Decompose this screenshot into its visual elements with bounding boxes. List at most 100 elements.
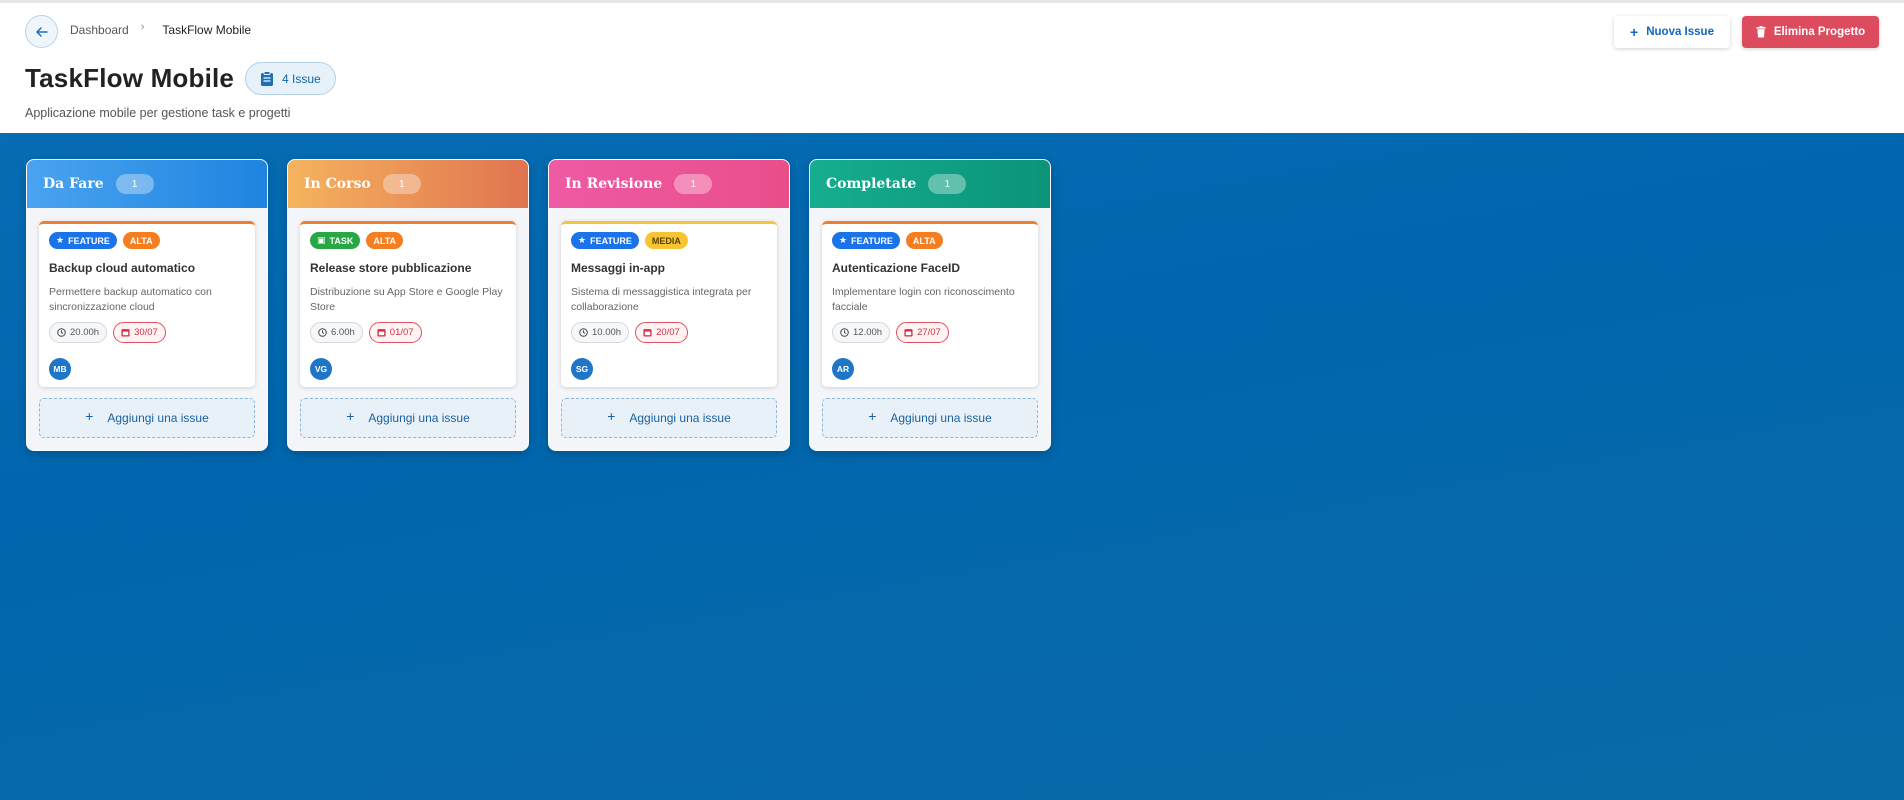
plus-icon: +	[607, 408, 616, 424]
star-icon: ★	[839, 235, 848, 245]
estimate-value: 10.00h	[592, 327, 622, 338]
trash-icon	[1756, 26, 1766, 38]
due-date-value: 27/07	[917, 327, 941, 338]
plus-icon: +	[85, 408, 94, 424]
arrow-left-icon	[35, 26, 48, 37]
column-done: Completate 1 ★ FEATURE ALTA Autenticazion…	[809, 159, 1051, 451]
issue-count-label: 4 Issue	[282, 71, 321, 86]
column-header: In Revisione 1	[549, 160, 789, 208]
column-review: In Revisione 1 ★ FEATURE MEDIA Messaggi i…	[548, 159, 790, 451]
star-icon: ★	[56, 235, 65, 245]
project-description: Applicazione mobile per gestione task e …	[25, 106, 291, 120]
issue-title: Autenticazione FaceID	[832, 261, 961, 275]
issue-title: Messaggi in-app	[571, 261, 666, 275]
priority-tag: ALTA	[122, 232, 160, 249]
add-issue-label: Aggiungi una issue	[368, 411, 470, 425]
issue-description: Permettere backup automatico con sincron…	[49, 286, 212, 313]
column-count-badge: 1	[928, 174, 967, 194]
type-tag-label: FEATURE	[851, 235, 893, 246]
type-tag: ★ FEATURE	[571, 232, 639, 249]
type-tag: ★ FEATURE	[49, 232, 117, 249]
clipboard-icon	[261, 70, 273, 86]
due-date-value: 30/07	[134, 327, 158, 338]
column-title: Completate	[826, 176, 917, 192]
back-button[interactable]	[25, 15, 58, 48]
due-date-value: 20/07	[656, 327, 680, 338]
type-tag-label: FEATURE	[68, 235, 110, 246]
star-icon: ★	[578, 235, 587, 245]
plus-icon: +	[868, 408, 877, 424]
column-count-badge: 1	[674, 174, 713, 194]
type-tag: ▣ TASK	[310, 232, 361, 249]
issue-title: Release store pubblicazione	[310, 261, 472, 275]
issue-title: Backup cloud automatico	[49, 261, 196, 275]
issue-card[interactable]: ★ FEATURE ALTA Backup cloud automatico Pe…	[39, 221, 255, 387]
add-issue-label: Aggiungi una issue	[107, 411, 209, 425]
calendar-icon	[904, 329, 913, 337]
column-title: In Revisione	[565, 176, 663, 192]
due-date-chip: 01/07	[368, 322, 422, 343]
issue-card[interactable]: ▣ TASK ALTA Release store pubblicazione D…	[300, 221, 516, 387]
clock-icon	[579, 328, 588, 337]
type-tag-label: TASK	[329, 235, 354, 246]
estimate-chip: 12.00h	[832, 322, 891, 343]
priority-tag: ALTA	[905, 232, 943, 249]
column-todo: Da Fare 1 ★ FEATURE ALTA Backup cloud aut…	[26, 159, 268, 451]
breadcrumb-current: TaskFlow Mobile	[162, 23, 252, 37]
priority-tag: MEDIA	[644, 232, 688, 249]
issue-card[interactable]: ★ FEATURE ALTA Autenticazione FaceID Impl…	[822, 221, 1038, 387]
estimate-chip: 6.00h	[310, 322, 363, 343]
chevron-right-icon: ›	[140, 21, 145, 33]
new-issue-label: Nuova Issue	[1646, 26, 1714, 38]
breadcrumb-dashboard-link[interactable]: Dashboard	[70, 23, 129, 37]
add-issue-button[interactable]: + Aggiungi una issue	[39, 398, 255, 438]
estimate-value: 20.00h	[70, 327, 100, 338]
clock-icon	[318, 328, 327, 337]
issue-description: Implementare login con riconoscimento fa…	[832, 286, 1015, 313]
issue-count-badge: 4 Issue	[245, 62, 336, 95]
calendar-icon	[643, 329, 652, 337]
due-date-value: 01/07	[389, 327, 414, 338]
column-count-badge: 1	[115, 174, 154, 194]
column-title: In Corso	[304, 176, 371, 192]
delete-project-label: Elimina Progetto	[1773, 26, 1866, 38]
avatar: SG	[571, 358, 593, 380]
avatar: AR	[832, 358, 854, 380]
add-issue-label: Aggiungi una issue	[890, 411, 992, 425]
estimate-value: 12.00h	[853, 327, 883, 338]
due-date-chip: 20/07	[635, 322, 688, 343]
plus-icon: +	[1630, 24, 1639, 40]
new-issue-button[interactable]: + Nuova Issue	[1614, 16, 1730, 48]
delete-project-button[interactable]: Elimina Progetto	[1742, 16, 1879, 48]
estimate-value: 6.00h	[331, 327, 355, 338]
add-issue-button[interactable]: + Aggiungi una issue	[561, 398, 777, 438]
breadcrumb: Dashboard › TaskFlow Mobile	[70, 21, 252, 37]
column-in-progress: In Corso 1 ▣ TASK ALTA Release store pubb…	[287, 159, 529, 451]
estimate-chip: 20.00h	[49, 322, 108, 343]
add-issue-button[interactable]: + Aggiungi una issue	[300, 398, 516, 438]
calendar-icon	[377, 329, 386, 337]
avatar: VG	[310, 358, 332, 380]
clock-icon	[57, 328, 66, 337]
type-tag-label: FEATURE	[590, 235, 632, 246]
column-header: Da Fare 1	[27, 160, 267, 208]
plus-icon: +	[346, 408, 355, 424]
column-count-badge: 1	[382, 174, 421, 194]
column-title: Da Fare	[43, 176, 104, 192]
priority-tag: ALTA	[366, 232, 404, 249]
avatar: MB	[49, 358, 71, 380]
due-date-chip: 30/07	[113, 322, 166, 343]
page-title: TaskFlow Mobile	[25, 63, 235, 93]
column-header: In Corso 1	[288, 160, 528, 208]
issue-description: Sistema di messaggistica integrata per c…	[571, 286, 752, 313]
type-tag: ★ FEATURE	[832, 232, 900, 249]
issue-card[interactable]: ★ FEATURE MEDIA Messaggi in-app Sistema d…	[561, 221, 777, 387]
add-issue-label: Aggiungi una issue	[629, 411, 731, 425]
add-issue-button[interactable]: + Aggiungi una issue	[822, 398, 1038, 438]
column-header: Completate 1	[810, 160, 1050, 208]
due-date-chip: 27/07	[896, 322, 949, 343]
clock-icon	[840, 328, 849, 337]
calendar-icon	[121, 329, 130, 337]
page-header: Dashboard › TaskFlow Mobile TaskFlow Mob…	[0, 0, 1904, 133]
estimate-chip: 10.00h	[571, 322, 630, 343]
